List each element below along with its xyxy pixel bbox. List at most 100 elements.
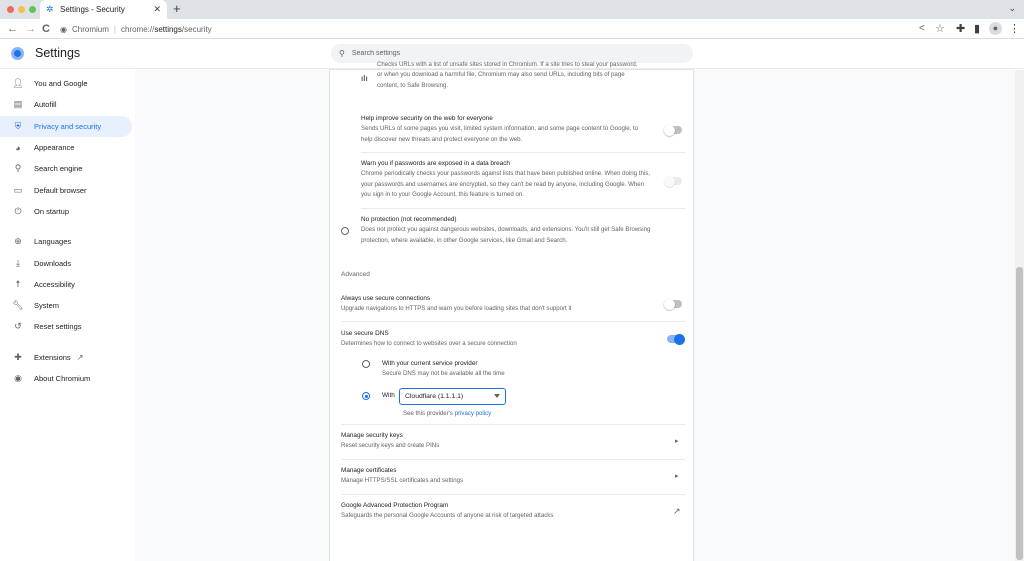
tab-settings-security[interactable]: ✲ Settings - Security ✕	[40, 0, 167, 19]
manage-certificates-row[interactable]: Manage certificates Manage HTTPS/SSL cer…	[341, 466, 671, 487]
chromium-icon: ◉	[60, 24, 67, 34]
share-icon[interactable]: <	[919, 21, 925, 37]
clipboard-icon: ▤	[13, 99, 23, 110]
tab-strip: ✲ Settings - Security ✕ + ⌄	[0, 0, 1024, 19]
sidebar-item-you-and-google[interactable]: 👤︎ You and Google	[0, 73, 132, 94]
secure-dns-title: Use secure DNS	[341, 330, 389, 337]
secure-dns-toggle[interactable]	[667, 333, 685, 345]
advanced-protection-row[interactable]: Google Advanced Protection Program Safeg…	[341, 501, 671, 522]
secure-connections-row[interactable]: Always use secure connections Upgrade na…	[341, 294, 641, 315]
bookmark-star-icon[interactable]: ☆	[935, 21, 945, 37]
sidebar-item-label: Autofill	[34, 100, 57, 110]
chromium-logo-icon	[11, 47, 24, 60]
divider	[361, 208, 685, 209]
advanced-section-label: Advanced	[341, 271, 370, 278]
help-improve-desc: Sends URLs of some pages you visit, limi…	[361, 125, 639, 143]
manage-certs-desc: Manage HTTPS/SSL certificates and settin…	[341, 477, 464, 484]
no-protection-radio[interactable]	[341, 227, 349, 235]
tab-search-button[interactable]: ⌄	[1008, 3, 1016, 14]
sidebar-item-label: Languages	[34, 237, 72, 247]
browser-toolbar: ← → C ◉ Chromium | chrome:// settings /s…	[0, 19, 1024, 39]
extensions-puzzle-icon[interactable]: ✚	[956, 21, 965, 37]
download-icon: ⤓	[16, 257, 20, 268]
sidebar-item-label: Search engine	[34, 164, 83, 174]
bar-chart-icon: ılı	[361, 74, 368, 83]
omnibox-separator: |	[113, 24, 116, 34]
divider	[361, 152, 685, 153]
sidebar-item-autofill[interactable]: ▤ Autofill	[0, 94, 132, 115]
open-in-new-icon[interactable]: ↗	[673, 506, 681, 517]
dns-current-provider-row: With your current service provider Secur…	[382, 359, 632, 380]
sidebar-item-appearance[interactable]: ◕ Appearance	[0, 137, 132, 158]
chevron-right-icon: ▸	[675, 438, 679, 445]
profile-avatar-icon[interactable]: ●	[989, 22, 1002, 35]
forward-button[interactable]: →	[25, 21, 36, 37]
new-tab-button[interactable]: +	[173, 1, 181, 16]
window-minimize-button[interactable]	[18, 6, 25, 13]
sidebar-item-about-chromium[interactable]: ◉ About Chromium	[0, 368, 132, 389]
sidebar-item-downloads[interactable]: ⤓ Downloads	[0, 252, 132, 273]
secure-dns-row: Use secure DNS Determines how to connect…	[341, 329, 641, 350]
sidebar-item-label: Appearance	[34, 143, 75, 153]
wrench-icon: 🔧︎	[12, 300, 24, 311]
sidebar-item-label: Extensions	[34, 352, 71, 362]
top-partial-line3: content, to Safe Browsing.	[377, 81, 449, 89]
dns-provider-selected: Cloudflare (1.1.1.1)	[405, 393, 464, 400]
menu-kebab-icon[interactable]: ⋮	[1009, 21, 1020, 37]
warn-passwords-row: Warn you if passwords are exposed in a d…	[361, 159, 651, 201]
tab-close-icon[interactable]: ✕	[153, 4, 161, 15]
back-button[interactable]: ←	[7, 21, 18, 37]
accessibility-icon: ☨	[15, 278, 21, 289]
warn-passwords-desc: Chrome periodically checks your password…	[361, 170, 650, 199]
power-icon: ⏻	[14, 205, 22, 216]
toggle-knob	[674, 333, 685, 345]
scrollbar-thumb[interactable]	[1016, 267, 1023, 560]
search-input[interactable]	[351, 50, 652, 57]
settings-sidebar: 👤︎ You and Google ▤ Autofill ⛨ Privacy and …	[0, 73, 135, 389]
sidebar-item-languages[interactable]: ⊕ Languages	[0, 231, 132, 252]
sidebar-item-system[interactable]: 🔧︎ System	[0, 295, 132, 316]
dns-current-title: With your current service provider	[382, 360, 478, 367]
dns-custom-provider-radio[interactable]	[362, 392, 370, 400]
sidebar-item-extensions[interactable]: ✚ Extensions ↗	[0, 347, 132, 368]
dns-provider-select[interactable]: Cloudflare (1.1.1.1)	[399, 388, 506, 405]
warn-passwords-title: Warn you if passwords are exposed in a d…	[361, 160, 510, 167]
globe-icon: ⊕	[14, 236, 22, 247]
sidebar-item-label: Reset settings	[34, 322, 82, 332]
sidebar-item-label: About Chromium	[34, 374, 91, 383]
toggle-knob	[664, 298, 675, 310]
sidebar-item-label: On startup	[34, 206, 70, 216]
secure-connections-desc: Upgrade navigations to HTTPS and warn yo…	[341, 305, 572, 312]
manage-keys-title: Manage security keys	[341, 432, 403, 439]
sidebar-item-on-startup[interactable]: ⏻ On startup	[0, 201, 132, 222]
history-icon: ↺	[14, 321, 22, 332]
window-maximize-button[interactable]	[29, 6, 36, 13]
gear-icon: ✲	[46, 4, 54, 14]
help-improve-toggle[interactable]	[664, 124, 682, 136]
sidebar-item-accessibility[interactable]: ☨ Accessibility	[0, 274, 132, 295]
toggle-knob	[664, 175, 675, 187]
dns-with-label: With	[382, 392, 395, 399]
reload-button[interactable]: C	[42, 21, 50, 37]
privacy-policy-link[interactable]: privacy policy	[455, 410, 492, 417]
url-host: settings	[154, 24, 182, 34]
secure-connections-toggle[interactable]	[664, 298, 682, 310]
warn-passwords-toggle[interactable]	[664, 175, 682, 187]
top-partial-line1: Checks URLs with a list of unsafe sites …	[377, 61, 638, 68]
dns-current-provider-radio[interactable]	[362, 360, 370, 368]
divider	[341, 459, 685, 460]
sidebar-item-default-browser[interactable]: ▭ Default browser	[0, 179, 132, 200]
address-bar[interactable]: ◉ Chromium | chrome:// settings /securit…	[60, 21, 212, 37]
top-partial-clipped: Checks URLs with a list of unsafe sites …	[377, 61, 682, 70]
sidebar-item-privacy-and-security[interactable]: ⛨ Privacy and security	[0, 115, 132, 137]
sidebar-item-reset-settings[interactable]: ↺ Reset settings	[0, 316, 132, 337]
toggle-knob	[664, 124, 675, 136]
puzzle-icon: ✚	[14, 351, 22, 362]
dns-policy-line: See this provider's privacy policy	[403, 409, 491, 420]
manage-security-keys-row[interactable]: Manage security keys Reset security keys…	[341, 431, 671, 452]
window-close-button[interactable]	[7, 6, 14, 13]
side-panel-icon[interactable]: ▮	[974, 21, 980, 37]
manage-certs-title: Manage certificates	[341, 467, 397, 474]
sidebar-item-search-engine[interactable]: ⚲ Search engine	[0, 158, 132, 179]
